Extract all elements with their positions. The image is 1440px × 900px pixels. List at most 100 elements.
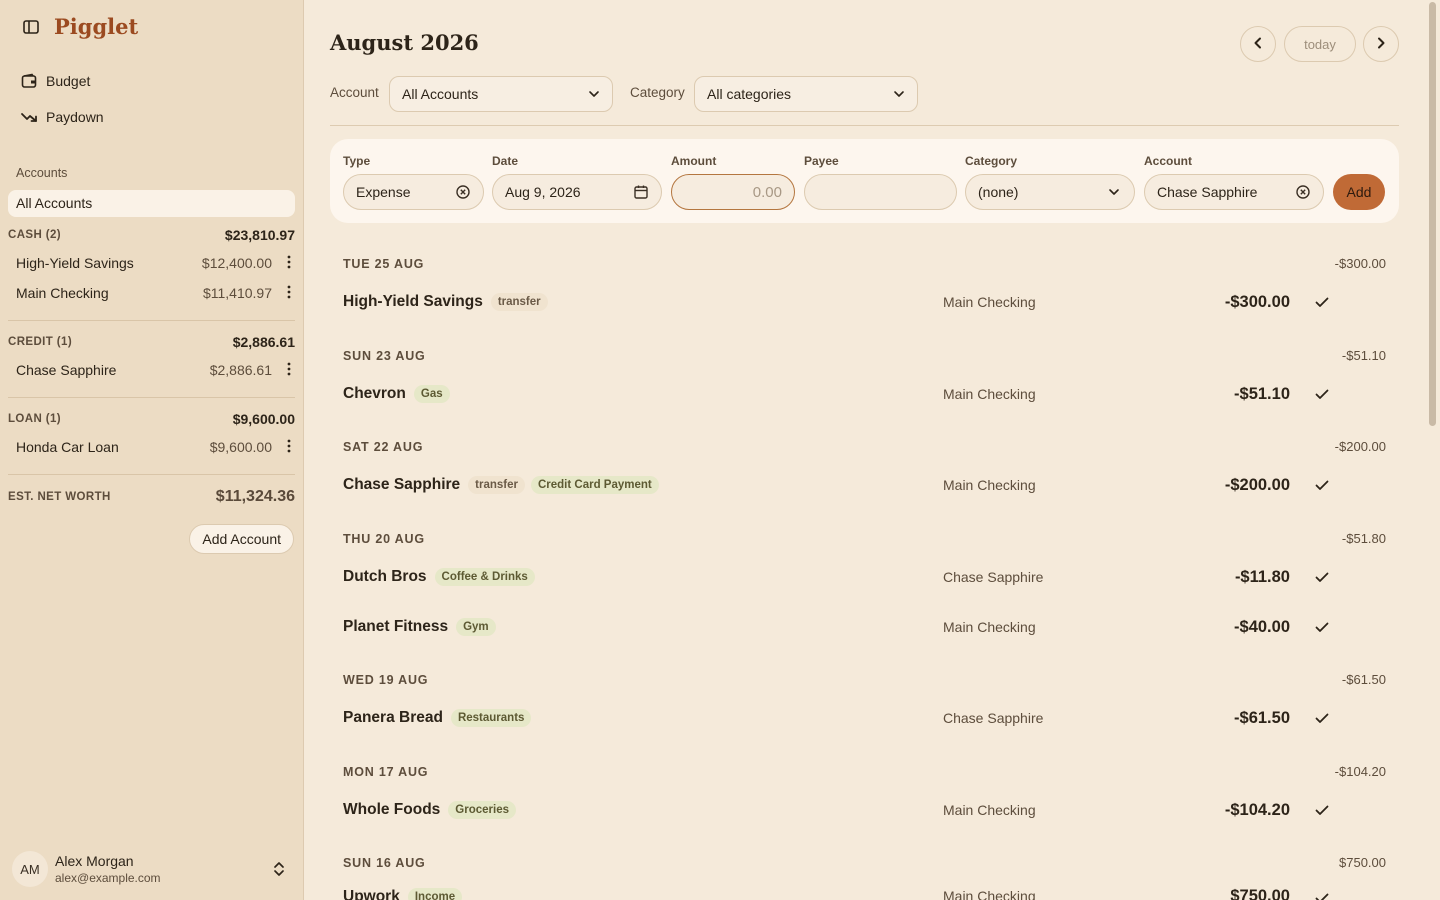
amount-field[interactable]	[671, 174, 795, 210]
category-filter-label: Category	[630, 85, 685, 100]
sidebar-toggle-icon[interactable]	[22, 18, 40, 36]
user-menu[interactable]: AM Alex Morgan alex@example.com	[12, 850, 294, 888]
transaction-row[interactable]: High-Yield Savings transfer Main Checkin…	[343, 287, 1386, 317]
nav-label: Budget	[46, 73, 91, 89]
account-group-loan: LOAN (1) $9,600.00	[8, 411, 295, 427]
day-label: TUE 25 AUG	[343, 256, 425, 271]
more-vertical-icon[interactable]	[282, 255, 296, 271]
payee-input[interactable]	[817, 183, 944, 201]
transaction-payee: Upwork	[343, 888, 400, 900]
check-icon[interactable]	[1314, 619, 1330, 635]
transaction-row[interactable]: Panera Bread Restaurants Chase Sapphire …	[343, 703, 1386, 733]
transaction-row[interactable]: Planet Fitness Gym Main Checking -$40.00	[343, 612, 1386, 642]
divider	[8, 320, 295, 321]
previous-month-button[interactable]	[1240, 26, 1276, 62]
day-label: SUN 16 AUG	[343, 855, 426, 870]
account-name[interactable]: Chase Sapphire	[16, 362, 210, 378]
check-icon[interactable]	[1314, 890, 1330, 900]
add-account-button[interactable]: Add Account	[189, 524, 294, 554]
transaction-amount: -$104.20	[1224, 800, 1290, 819]
day-label: MON 17 AUG	[343, 764, 429, 779]
transaction-payee: Planet Fitness	[343, 618, 449, 635]
day-label: SAT 22 AUG	[343, 439, 424, 454]
transaction-account: Chase Sapphire	[943, 710, 1044, 726]
calendar-icon[interactable]	[633, 184, 649, 200]
transaction-amount: -$300.00	[1224, 292, 1290, 311]
payee-field[interactable]	[804, 174, 957, 210]
account-name[interactable]: High-Yield Savings	[16, 255, 202, 271]
category-tag: Gas	[413, 385, 450, 403]
transaction-payee: Dutch Bros	[343, 568, 427, 585]
more-vertical-icon[interactable]	[282, 285, 296, 301]
type-field[interactable]: Expense	[343, 174, 484, 210]
category-label: Category	[965, 154, 1018, 168]
check-icon[interactable]	[1314, 802, 1330, 818]
check-icon[interactable]	[1314, 386, 1330, 402]
transaction-amount: $750.00	[1230, 887, 1290, 900]
transaction-account: Main Checking	[943, 802, 1036, 818]
day-label: SUN 23 AUG	[343, 348, 426, 363]
day-total: -$51.80	[1341, 531, 1386, 546]
transaction-row[interactable]: Dutch Bros Coffee & Drinks Chase Sapphir…	[343, 562, 1386, 592]
page-title: August 2026	[330, 30, 479, 55]
date-label: Date	[492, 154, 519, 168]
more-vertical-icon[interactable]	[282, 362, 296, 378]
account-filter-value: All Accounts	[402, 86, 479, 102]
amount-input[interactable]	[684, 183, 782, 201]
transaction-account: Main Checking	[943, 386, 1036, 402]
account-filter-select[interactable]: All Accounts	[389, 76, 613, 112]
add-transaction-button[interactable]: Add	[1333, 174, 1385, 210]
amount-label: Amount	[671, 154, 717, 168]
transaction-row[interactable]: Chase Sapphire transfer Credit Card Paym…	[343, 470, 1386, 500]
transaction-row[interactable]: Whole Foods Groceries Main Checking -$10…	[343, 795, 1386, 825]
scrollbar-thumb[interactable]	[1429, 2, 1436, 426]
category-select[interactable]: (none)	[965, 174, 1135, 210]
transaction-payee: Panera Bread	[343, 709, 443, 726]
all-accounts-item[interactable]: All Accounts	[8, 190, 295, 217]
transaction-amount: -$11.80	[1234, 567, 1290, 586]
category-tag: Groceries	[448, 801, 516, 819]
chevron-down-icon	[588, 88, 600, 100]
category-filter-value: All categories	[707, 86, 792, 102]
trend-down-icon	[20, 108, 38, 126]
transaction-account: Main Checking	[943, 294, 1036, 310]
day-total: -$300.00	[1334, 256, 1386, 271]
account-label: Account	[1144, 154, 1192, 168]
net-worth-label: EST. NET WORTH	[8, 491, 111, 503]
account-filter-label: Account	[330, 85, 379, 100]
transaction-payee: Chase Sapphire	[343, 476, 461, 493]
account-group-credit: CREDIT (1) $2,886.61	[8, 334, 295, 350]
check-icon[interactable]	[1314, 294, 1330, 310]
today-button[interactable]: today	[1284, 26, 1356, 62]
check-icon[interactable]	[1314, 710, 1330, 726]
divider	[8, 474, 295, 475]
chevrons-up-down-icon	[272, 860, 286, 878]
nav-item-paydown[interactable]: Paydown	[20, 108, 104, 126]
transaction-account: Chase Sapphire	[943, 569, 1044, 585]
check-icon[interactable]	[1314, 569, 1330, 585]
clear-icon[interactable]	[455, 184, 471, 200]
account-balance: $12,400.00	[201, 255, 272, 271]
account-field[interactable]: Chase Sapphire	[1144, 174, 1324, 210]
transaction-row[interactable]: Chevron Gas Main Checking -$51.10	[343, 379, 1386, 409]
transfer-tag: transfer	[490, 293, 548, 311]
transaction-row[interactable]: Upwork Income Main Checking $750.00	[343, 882, 1386, 900]
clear-icon[interactable]	[1295, 184, 1311, 200]
transaction-account: Main Checking	[943, 619, 1036, 635]
check-icon[interactable]	[1314, 477, 1330, 493]
payee-label: Payee	[804, 154, 839, 168]
transaction-account: Main Checking	[943, 888, 1036, 900]
account-row: Main Checking $11,410.97	[16, 285, 296, 301]
category-filter-select[interactable]: All categories	[694, 76, 918, 112]
account-name[interactable]: Honda Car Loan	[16, 439, 210, 455]
net-worth: EST. NET WORTH $11,324.36	[8, 488, 295, 506]
date-field[interactable]: Aug 9, 2026	[492, 174, 662, 210]
wallet-icon	[20, 72, 38, 90]
account-balance: $9,600.00	[209, 439, 272, 455]
account-name[interactable]: Main Checking	[16, 285, 203, 301]
more-vertical-icon[interactable]	[282, 439, 296, 455]
next-month-button[interactable]	[1363, 26, 1399, 62]
nav-item-budget[interactable]: Budget	[20, 72, 90, 90]
category-tag: Gym	[456, 618, 496, 636]
scrollbar[interactable]	[1425, 0, 1440, 900]
